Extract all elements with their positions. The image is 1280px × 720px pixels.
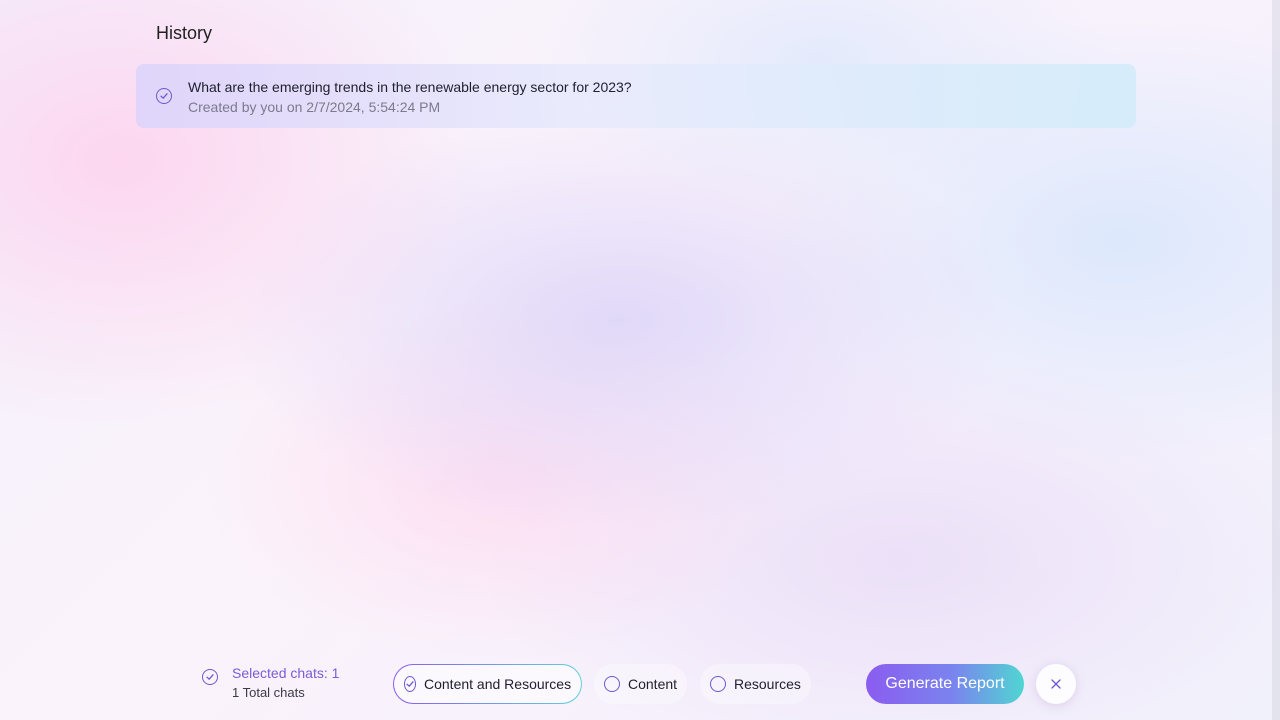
generate-report-button[interactable]: Generate Report [866, 664, 1024, 704]
radio-icon [604, 676, 620, 692]
history-item-meta: Created by you on 2/7/2024, 5:54:24 PM [188, 99, 441, 115]
check-circle-icon [404, 676, 416, 692]
check-circle-icon[interactable] [156, 88, 172, 104]
page-title: History [156, 23, 213, 43]
option-label: Content and Resources [424, 676, 572, 692]
total-chats-count: 1 Total chats [232, 685, 305, 700]
option-label: Content [628, 676, 678, 692]
option-content[interactable]: Content [594, 664, 688, 704]
check-circle-icon[interactable] [202, 669, 218, 685]
close-icon [1051, 679, 1061, 689]
scrollbar[interactable] [1272, 0, 1280, 720]
option-resources[interactable]: Resources [700, 664, 811, 704]
close-button[interactable] [1036, 664, 1076, 704]
history-item-title: What are the emerging trends in the rene… [188, 79, 632, 95]
option-label: Resources [734, 676, 801, 692]
selected-chats-count: Selected chats: 1 [232, 665, 340, 681]
history-item[interactable]: What are the emerging trends in the rene… [136, 64, 1136, 128]
radio-icon [710, 676, 726, 692]
option-content-and-resources[interactable]: Content and Resources [393, 664, 582, 704]
